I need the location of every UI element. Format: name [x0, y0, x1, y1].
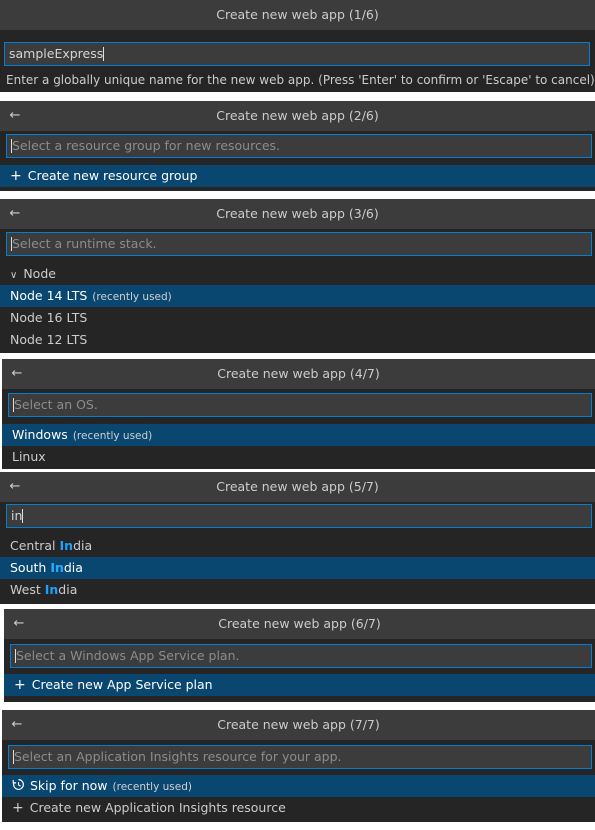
quick-pick-titlebar: ← Create new web app (5/7)	[0, 472, 595, 502]
quick-pick-title: Create new web app (2/6)	[216, 108, 379, 123]
web-app-name-input[interactable]: sampleExpress	[4, 42, 590, 66]
create-resource-group-item[interactable]: + Create new resource group	[0, 165, 595, 187]
input-value: sampleExpress	[9, 46, 104, 61]
item-label: Create new App Service plan	[31, 677, 213, 692]
chevron-down-icon: ∨	[10, 270, 18, 281]
quick-pick-titlebar: ← Create new web app (7/7)	[2, 710, 595, 740]
plus-icon: +	[14, 677, 26, 693]
item-label: Node 12 LTS	[10, 332, 88, 347]
input-placeholder: Select a runtime stack.	[12, 236, 157, 251]
skip-for-now-item[interactable]: Skip for now (recently used)	[2, 775, 595, 797]
history-icon	[12, 776, 25, 798]
quick-pick-titlebar: ← Create new web app (3/6)	[0, 199, 595, 229]
region-filter-input[interactable]: in	[6, 504, 592, 528]
quick-pick-title: Create new web app (5/7)	[216, 479, 379, 494]
quick-pick-title: Create new web app (3/6)	[216, 206, 379, 221]
list-item[interactable]: Node 12 LTS	[0, 329, 595, 351]
item-label: Node 14 LTS	[10, 288, 88, 303]
app-service-plan-input[interactable]: Select a Windows App Service plan.	[10, 644, 592, 668]
input-placeholder: Select a Windows App Service plan.	[16, 648, 240, 663]
list-item[interactable]: Node 14 LTS (recently used)	[0, 285, 595, 307]
item-label-prefix: West	[10, 582, 45, 597]
create-app-insights-item[interactable]: + Create new Application Insights resourc…	[2, 797, 595, 819]
text-caret	[22, 508, 24, 523]
quick-pick-step-1: Create new web app (1/6) sampleExpress E…	[0, 0, 595, 92]
item-label-prefix: South	[10, 560, 51, 575]
quick-pick-titlebar: ← Create new web app (6/7)	[4, 609, 595, 639]
quick-pick-step-4: ← Create new web app (4/7) Select an OS.…	[2, 359, 595, 469]
item-label: Windows	[12, 427, 68, 442]
plus-icon: +	[10, 168, 22, 184]
item-label-suffix: dia	[73, 538, 93, 553]
item-label: Skip for now	[30, 778, 108, 793]
list-item[interactable]: South India	[0, 557, 595, 579]
app-insights-input[interactable]: Select an Application Insights resource …	[8, 745, 592, 769]
quick-pick-titlebar: ← Create new web app (4/7)	[2, 359, 595, 389]
quick-pick-step-6: ← Create new web app (6/7) Select a Wind…	[4, 609, 595, 702]
list-item[interactable]: Central India	[0, 535, 595, 557]
recently-used-badge: (recently used)	[72, 430, 153, 442]
list-item[interactable]: Linux	[2, 446, 595, 468]
list-item[interactable]: Windows (recently used)	[2, 424, 595, 446]
quick-pick-title: Create new web app (7/7)	[217, 717, 380, 732]
text-caret	[103, 46, 105, 61]
match-highlight: In	[44, 582, 59, 597]
quick-pick-step-7: ← Create new web app (7/7) Select an App…	[2, 710, 595, 822]
quick-pick-step-3: ← Create new web app (3/6) Select a runt…	[0, 199, 595, 353]
list-item[interactable]: Node 16 LTS	[0, 307, 595, 329]
group-label: Node	[23, 266, 56, 281]
item-label: Create new resource group	[27, 168, 198, 183]
create-app-service-plan-item[interactable]: + Create new App Service plan	[4, 674, 595, 696]
input-value: in	[11, 508, 23, 523]
input-placeholder: Select an OS.	[14, 397, 98, 412]
item-label-suffix: dia	[58, 582, 78, 597]
input-placeholder: Select an Application Insights resource …	[14, 749, 342, 764]
recently-used-badge: (recently used)	[112, 781, 192, 793]
plus-icon: +	[12, 800, 24, 816]
list-item[interactable]: West India	[0, 579, 595, 601]
match-highlight: In	[50, 560, 64, 575]
resource-group-input[interactable]: Select a resource group for new resource…	[6, 134, 592, 158]
item-label: Node 16 LTS	[10, 310, 88, 325]
quick-pick-title: Create new web app (1/6)	[216, 7, 379, 22]
recently-used-badge: (recently used)	[92, 291, 172, 303]
quick-pick-step-5: ← Create new web app (5/7) in Central In…	[0, 472, 595, 604]
runtime-stack-input[interactable]: Select a runtime stack.	[6, 232, 592, 256]
match-highlight: In	[59, 538, 74, 553]
quick-pick-title: Create new web app (6/7)	[218, 616, 381, 631]
item-label: Linux	[12, 449, 46, 464]
quick-pick-title: Create new web app (4/7)	[217, 366, 380, 381]
validation-message: Enter a globally unique name for the new…	[6, 73, 595, 87]
item-label-suffix: dia	[63, 560, 83, 575]
input-placeholder: Select a resource group for new resource…	[12, 138, 281, 153]
group-header-node[interactable]: ∨ Node	[0, 263, 595, 285]
os-input[interactable]: Select an OS.	[8, 393, 592, 417]
quick-pick-titlebar: Create new web app (1/6)	[0, 0, 595, 30]
item-label-prefix: Central	[10, 538, 60, 553]
item-label: Create new Application Insights resource	[29, 800, 286, 815]
quick-pick-step-2: ← Create new web app (2/6) Select a reso…	[0, 101, 595, 191]
quick-pick-titlebar: ← Create new web app (2/6)	[0, 101, 595, 131]
